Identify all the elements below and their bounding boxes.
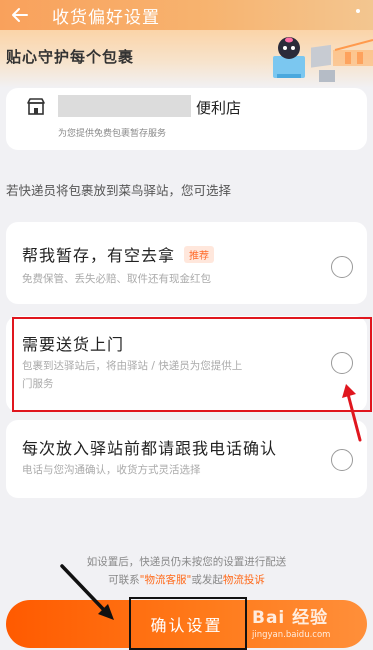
watermark-url: jingyan.baidu.com xyxy=(252,630,331,640)
hero-slogan: 贴心守护每个包裹 xyxy=(6,48,135,66)
option-description: 电话与您沟通确认，收货方式灵活选择 xyxy=(22,464,201,476)
footer-prefix: 可联系 xyxy=(108,574,140,586)
option-description: 免费保管、丢失必赔、取件还有现金红包 xyxy=(22,273,211,285)
top-navigation-bar: 收货偏好设置 xyxy=(0,0,373,30)
option-store-for-me[interactable]: 帮我暂存，有空去拿 推荐 免费保管、丢失必赔、取件还有现金红包 xyxy=(6,222,367,304)
back-arrow-icon xyxy=(12,8,28,22)
logistics-complaint-link[interactable]: 物流投诉 xyxy=(223,574,265,586)
page-title: 收货偏好设置 xyxy=(52,7,160,28)
more-dot-icon xyxy=(356,9,360,13)
option-title: 需要送货上门 xyxy=(22,335,125,354)
courier-station-illustration xyxy=(273,37,373,82)
option-home-delivery[interactable]: 需要送货上门 包裹到达驿站后，将由驿站 / 快递员为您提供上 门服务 xyxy=(6,316,367,412)
store-subtitle: 为您提供免费包裹暂存服务 xyxy=(58,129,167,139)
footer-line1: 如设置后，快递员仍未按您的设置进行配送 xyxy=(86,556,287,568)
option-phone-confirm[interactable]: 每次放入驿站前都请跟我电话确认 电话与您沟通确认，收货方式灵活选择 xyxy=(6,420,367,498)
footer-note: 如设置后，快递员仍未按您的设置进行配送 可联系"物流客服"或发起物流投诉 xyxy=(0,553,373,589)
footer-line2: 可联系"物流客服"或发起物流投诉 xyxy=(0,571,373,589)
option-radio[interactable] xyxy=(331,449,353,471)
logistics-service-link[interactable]: "物流客服" xyxy=(140,574,192,586)
option-description-line1: 包裹到达驿站后，将由驿站 / 快递员为您提供上 xyxy=(22,360,243,372)
section-hint: 若快递员将包裹放到菜鸟驿站，您可选择 xyxy=(6,183,232,198)
store-card[interactable]: 便利店 为您提供免费包裹暂存服务 xyxy=(6,88,367,150)
option-radio[interactable] xyxy=(331,352,353,374)
store-icon xyxy=(27,98,45,115)
back-button[interactable] xyxy=(0,0,40,30)
store-name: 便利店 xyxy=(196,99,242,117)
option-title: 每次放入驿站前都请跟我电话确认 xyxy=(22,439,278,458)
option-title: 帮我暂存，有空去拿 xyxy=(22,246,176,265)
store-name-redacted xyxy=(58,95,191,117)
baidu-watermark: Bai 经验 jingyan.baidu.com xyxy=(252,603,330,640)
option-description-line2: 门服务 xyxy=(22,378,54,390)
hero-banner: 贴心守护每个包裹 xyxy=(0,30,373,88)
more-menu-button[interactable] xyxy=(351,6,365,26)
footer-middle: 或发起 xyxy=(191,574,223,586)
watermark-logo: Bai 经验 xyxy=(252,608,329,628)
option-radio[interactable] xyxy=(331,256,353,278)
recommended-badge: 推荐 xyxy=(184,246,214,263)
